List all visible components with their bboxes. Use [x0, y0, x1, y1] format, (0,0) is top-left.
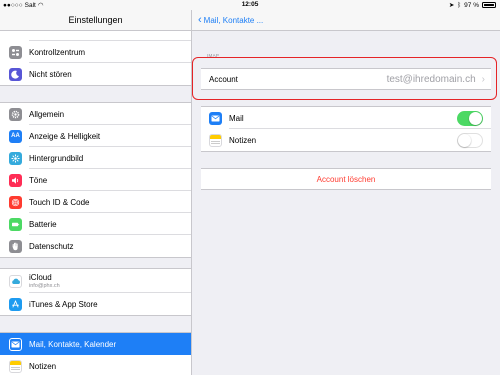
sidebar-group-1: Kontrollzentrum Nicht stören [0, 22, 191, 86]
notizen-toggle[interactable] [457, 132, 483, 148]
sidebar-item-batterie[interactable]: Batterie [0, 213, 191, 235]
sidebar-item-label: Mail, Kontakte, Kalender [29, 339, 117, 349]
battery-icon [482, 2, 496, 8]
sidebar-item-allgemein[interactable]: Allgemein [0, 103, 191, 125]
location-icon: ➤ [448, 2, 455, 9]
sidebar-item-itunes[interactable]: iTunes & App Store [0, 293, 191, 315]
mail-icon [209, 111, 222, 125]
sidebar-item-label: iCloud [29, 273, 52, 282]
sidebar-item-hintergrundbild[interactable]: Hintergrundbild [0, 147, 191, 169]
sidebar-item-label: Allgemein [29, 109, 65, 119]
sidebar-item-label: Hintergrundbild [29, 153, 84, 163]
sidebar-item-datenschutz[interactable]: Datenschutz [0, 235, 191, 257]
sidebar-item-label: iTunes & App Store [29, 299, 98, 309]
cloud-icon [9, 274, 22, 288]
sidebar-item-label: Anzeige & Helligkeit [29, 131, 101, 141]
battery-icon [9, 217, 22, 231]
sidebar-item-label: Touch ID & Code [29, 197, 90, 207]
sidebar-item-label: Notizen [29, 361, 57, 371]
bluetooth-icon: ᛒ [457, 1, 462, 9]
status-right: ➤ ᛒ 97 % [449, 1, 496, 9]
notes-icon [209, 133, 222, 147]
fingerprint-icon [9, 195, 22, 209]
notes-icon [9, 359, 22, 373]
hand-icon [9, 239, 22, 253]
service-label: Notizen [229, 135, 257, 145]
sidebar-group-2: Allgemein AA Anzeige & Helligkeit Hinter… [0, 102, 191, 258]
back-button[interactable]: ‹ Mail, Kontakte ... [192, 10, 500, 31]
icloud-account-email: info@phx.ch [29, 283, 60, 289]
sidebar-title: Einstellungen [0, 10, 191, 31]
sidebar-item-label: Datenschutz [29, 241, 74, 251]
speaker-icon [9, 173, 22, 187]
service-row-mail: Mail [201, 107, 491, 129]
service-label: Mail [229, 113, 244, 123]
battery-percent: 97 % [464, 1, 479, 9]
service-row-notizen: Notizen [201, 129, 491, 151]
control-center-icon [9, 45, 22, 59]
chevron-left-icon: ‹ [198, 13, 202, 26]
delete-account-button[interactable]: Account löschen [201, 168, 491, 190]
status-time: 12:05 [241, 1, 259, 8]
back-label: Mail, Kontakte ... [203, 15, 264, 25]
status-bar: ●●○○○ Salt ◠ 12:05 ➤ ᛒ 97 % [0, 0, 500, 10]
text-size-icon: AA [9, 129, 22, 143]
sidebar-item-icloud[interactable]: iCloud info@phx.ch [0, 269, 191, 293]
sidebar-item-label: Batterie [29, 219, 57, 229]
settings-sidebar[interactable]: Einstellungen Kontrollzentrum Nicht stör… [0, 10, 192, 375]
sidebar-item-notizen[interactable]: Notizen [0, 355, 191, 375]
app-store-icon [9, 297, 22, 311]
highlight-annotation [192, 57, 497, 100]
sidebar-item-label: Nicht stören [29, 69, 72, 79]
moon-icon [9, 67, 22, 81]
sidebar-item-anzeige[interactable]: AA Anzeige & Helligkeit [0, 125, 191, 147]
mail-toggle[interactable] [457, 110, 483, 126]
services-list: Mail Notizen [201, 106, 491, 152]
sidebar-group-4: Mail, Kontakte, Kalender Notizen [0, 332, 191, 375]
sidebar-group-3: iCloud info@phx.ch iTunes & App Store [0, 268, 191, 316]
sidebar-item-kontrollzentrum[interactable]: Kontrollzentrum [0, 41, 191, 63]
sidebar-item-label: Töne [29, 175, 48, 185]
sidebar-item-toene[interactable]: Töne [0, 169, 191, 191]
sidebar-item-label: Kontrollzentrum [29, 47, 86, 57]
sidebar-item-nicht-stoeren[interactable]: Nicht stören [0, 63, 191, 85]
mail-icon [9, 337, 22, 351]
sidebar-item-touch-id[interactable]: Touch ID & Code [0, 191, 191, 213]
detail-pane: ‹ Mail, Kontakte ... IMAP Account test@i… [192, 10, 500, 375]
wallpaper-icon [9, 151, 22, 165]
gear-icon [9, 107, 22, 121]
sidebar-item-mail-kontakte-kalender[interactable]: Mail, Kontakte, Kalender [0, 333, 191, 355]
